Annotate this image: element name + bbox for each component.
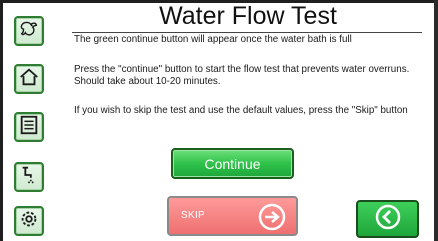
sidebar-item-dragon[interactable] — [14, 16, 44, 46]
sidebar-item-settings[interactable] — [14, 206, 44, 236]
continue-button[interactable]: Continue — [171, 148, 294, 179]
skip-button[interactable]: SKIP — [167, 196, 298, 236]
instruction-text-3: If you wish to skip the test and use the… — [74, 105, 408, 116]
sidebar-item-faucet[interactable] — [14, 162, 44, 192]
page-title: Water Flow Test — [159, 2, 337, 30]
dragon-icon — [18, 18, 40, 45]
instruction-text-2: Press the "continue" button to start the… — [74, 64, 410, 87]
skip-label: SKIP — [181, 210, 205, 221]
sidebar-item-list[interactable] — [14, 112, 44, 142]
instruction-text-1: The green continue button will appear on… — [74, 34, 352, 45]
gear-icon — [18, 208, 40, 235]
sidebar-item-home[interactable] — [14, 64, 44, 94]
left-border — [0, 0, 3, 241]
home-icon — [18, 66, 40, 93]
sidebar — [14, 8, 54, 238]
right-border — [434, 0, 438, 241]
faucet-icon — [18, 164, 40, 191]
water-flow-test-screen: Water Flow Test The green continue butto… — [0, 0, 438, 241]
title-divider — [72, 32, 422, 33]
arrow-right-circle-icon — [258, 203, 286, 231]
list-icon — [18, 114, 40, 141]
back-button[interactable] — [356, 200, 419, 238]
chevron-left-circle-icon — [375, 204, 401, 235]
